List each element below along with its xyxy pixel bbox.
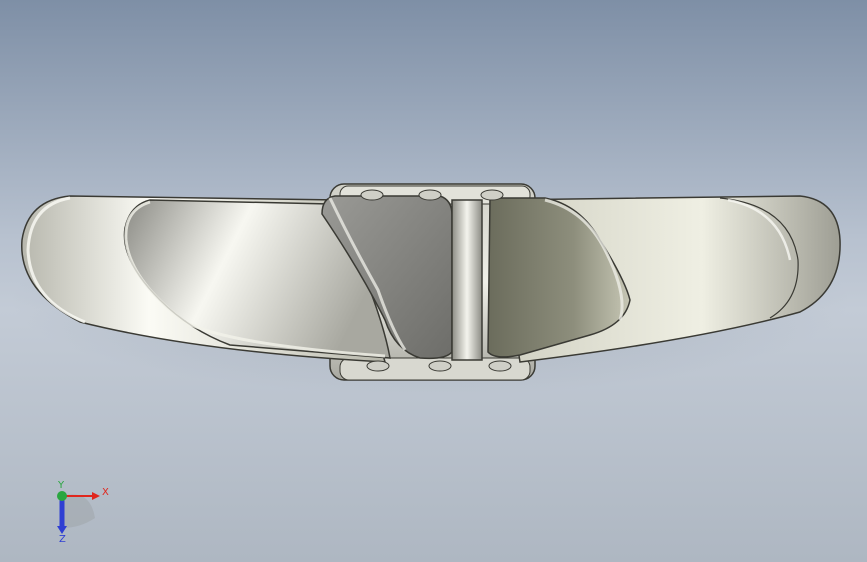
y-axis-dot-icon xyxy=(57,491,67,501)
x-axis-arrow-icon xyxy=(92,492,100,500)
z-axis-arrow-icon xyxy=(57,526,67,534)
y-axis-label: Y xyxy=(57,480,65,491)
x-axis-label: X xyxy=(102,487,109,498)
z-axis-label: Z xyxy=(59,534,66,545)
3d-model-view[interactable] xyxy=(0,0,867,562)
orientation-triad[interactable]: X Z Y xyxy=(40,478,120,548)
center-rib[interactable] xyxy=(451,199,483,361)
graphics-viewport[interactable]: X Z Y xyxy=(0,0,867,562)
